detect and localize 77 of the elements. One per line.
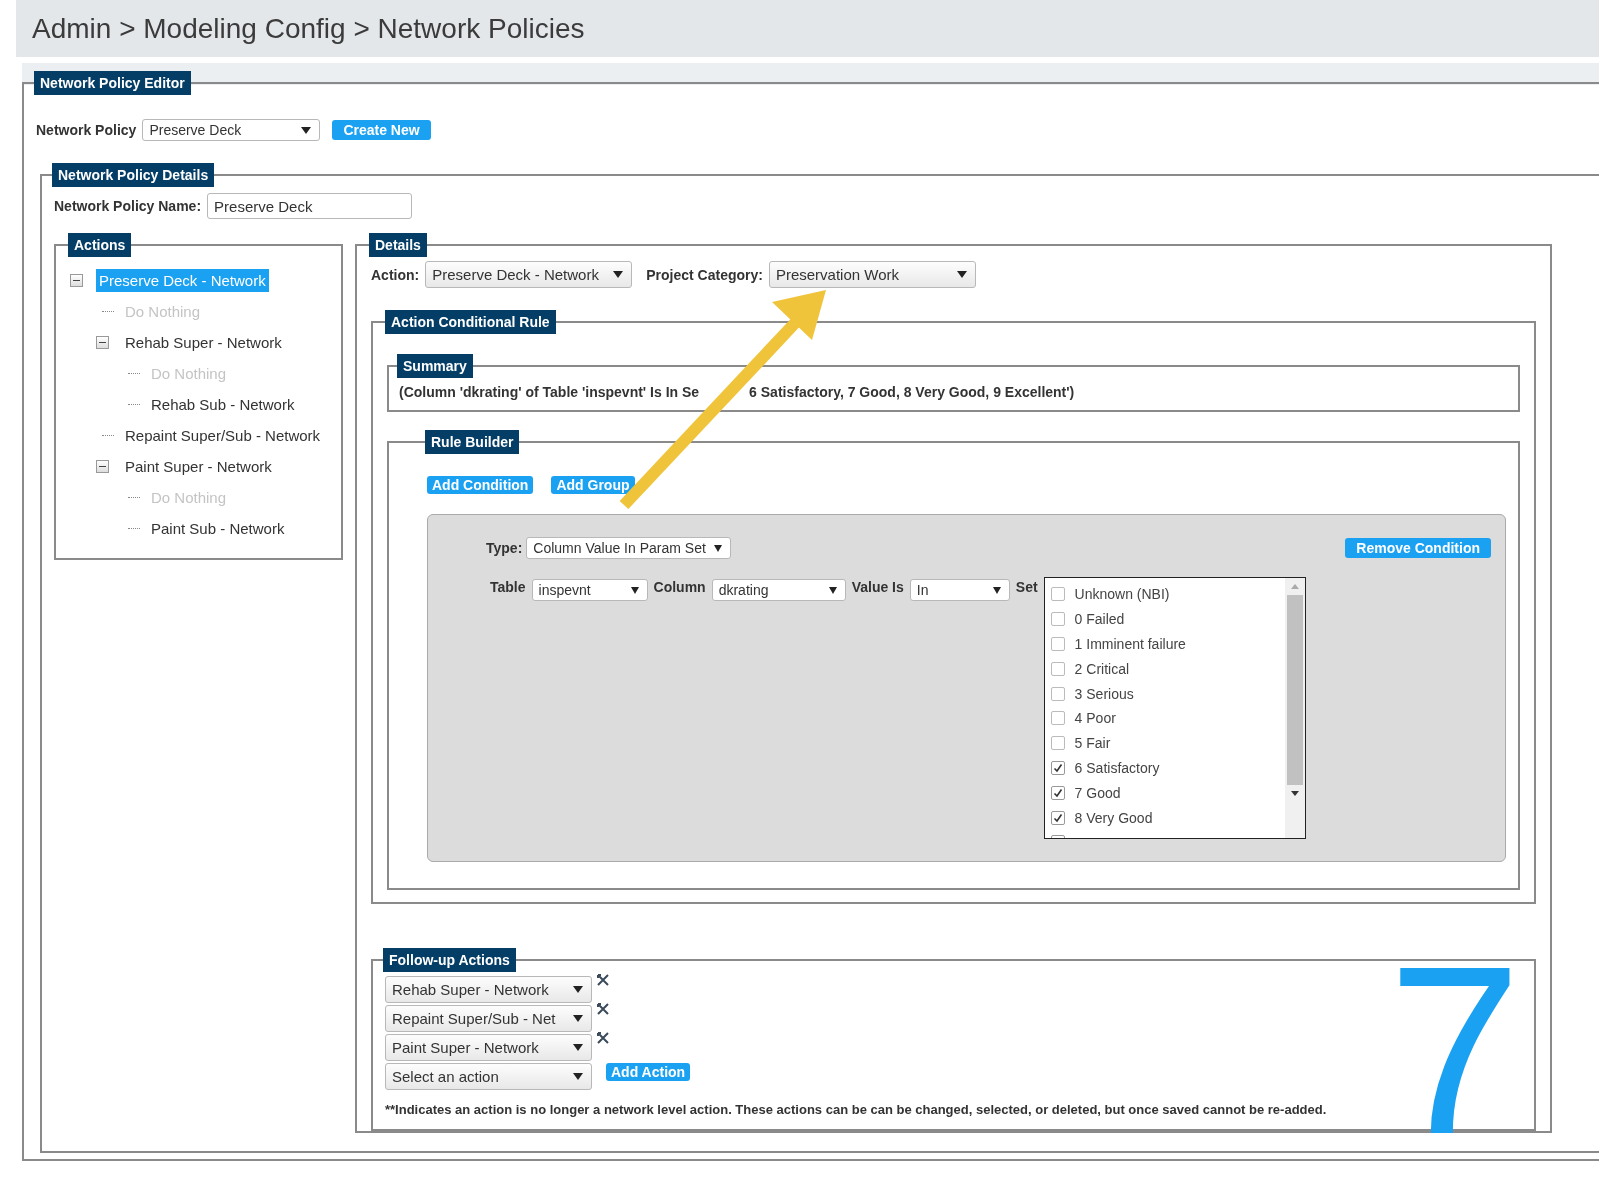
caret-icon bbox=[301, 126, 312, 134]
option-label: 0 Failed bbox=[1074, 611, 1125, 628]
field-label: Column bbox=[653, 579, 706, 595]
option-label: 4 Poor bbox=[1074, 710, 1116, 727]
field-label: Type: bbox=[486, 540, 523, 556]
section-legend: Rule Builder bbox=[425, 430, 520, 454]
tree-item[interactable]: Paint Sub - Network bbox=[148, 517, 288, 540]
remove-icon[interactable] bbox=[596, 1002, 610, 1016]
checkbox[interactable] bbox=[1050, 587, 1065, 602]
action-select[interactable]: Preserve Deck - Network bbox=[425, 261, 633, 288]
remove-icon[interactable] bbox=[596, 973, 610, 987]
type-select[interactable]: Column Value In Param Set bbox=[526, 537, 731, 559]
option-label: 1 Imminent failure bbox=[1074, 636, 1186, 652]
field-label: Action: bbox=[371, 266, 420, 283]
step-number: 7 bbox=[1388, 930, 1522, 1170]
field-label: Set bbox=[1015, 579, 1038, 595]
checkbox[interactable] bbox=[1050, 661, 1065, 676]
option-label: 3 Serious bbox=[1074, 685, 1134, 702]
collapse-icon[interactable] bbox=[96, 336, 109, 349]
option-label: Unknown (NBI) bbox=[1074, 586, 1170, 603]
summary-text: 6 Satisfactory, 7 Good, 8 Very Good, 9 Excellent') bbox=[749, 384, 1075, 400]
section-legend: Details bbox=[369, 233, 427, 257]
column-select[interactable]: dkrating bbox=[711, 579, 846, 601]
followup-select[interactable]: Rehab Super - Network bbox=[385, 976, 592, 1003]
footnote-text: **Indicates an action is no longer a network level action. These actions can be can be changed, selected, or deleted, but once saved cannot be re-added. bbox=[385, 1102, 1328, 1117]
caret-icon bbox=[713, 544, 722, 552]
section-legend: Network Policy Details bbox=[52, 163, 215, 187]
checkbox[interactable] bbox=[1050, 810, 1065, 825]
caret-icon bbox=[630, 586, 639, 594]
tree-item[interactable]: Repaint Super/Sub - Network bbox=[122, 424, 324, 447]
summary-text: (Column 'dkrating' of Table 'inspevnt' Is In Se bbox=[399, 384, 700, 400]
option-label: 5 Fair bbox=[1074, 735, 1111, 752]
new-action-select[interactable]: Select an action bbox=[385, 1063, 592, 1090]
option-label: 6 Satisfactory bbox=[1074, 759, 1160, 776]
collapse-icon[interactable] bbox=[96, 460, 109, 473]
caret-icon bbox=[573, 1073, 583, 1080]
caret-icon bbox=[613, 271, 624, 278]
checkbox[interactable] bbox=[1050, 736, 1065, 751]
followup-select[interactable]: Repaint Super/Sub - Net bbox=[385, 1005, 592, 1032]
field-label: Project Category: bbox=[646, 266, 763, 283]
section-legend: Action Conditional Rule bbox=[385, 310, 556, 334]
section-legend: Actions bbox=[68, 233, 132, 257]
policy-select[interactable]: Preserve Deck bbox=[142, 119, 321, 141]
field-label: Network Policy bbox=[36, 122, 137, 138]
caret-icon bbox=[992, 586, 1001, 594]
checkbox[interactable] bbox=[1050, 686, 1065, 701]
checkbox[interactable] bbox=[1050, 612, 1065, 627]
option-label: 8 Very Good bbox=[1074, 809, 1153, 826]
field-label: Value Is bbox=[851, 579, 904, 595]
section-legend: Follow-up Actions bbox=[383, 948, 516, 972]
collapse-icon[interactable] bbox=[70, 274, 83, 287]
option-label: 2 Critical bbox=[1074, 660, 1130, 677]
caret-icon bbox=[956, 271, 967, 278]
checkbox[interactable] bbox=[1050, 785, 1065, 800]
scrollbar[interactable] bbox=[1284, 578, 1305, 838]
section-legend: Network Policy Editor bbox=[34, 71, 191, 95]
tree-item[interactable]: Rehab Sub - Network bbox=[148, 393, 298, 416]
remove-icon[interactable] bbox=[596, 1031, 610, 1045]
field-label: Table bbox=[490, 579, 526, 595]
caret-icon bbox=[573, 1015, 583, 1022]
tree-item[interactable]: Paint Super - Network bbox=[122, 455, 275, 478]
section-legend: Summary bbox=[397, 354, 473, 378]
checkbox[interactable] bbox=[1050, 637, 1065, 651]
caret-icon bbox=[828, 586, 837, 594]
policy-name-field[interactable]: Preserve Deck bbox=[207, 193, 413, 219]
tree-item[interactable]: Rehab Super - Network bbox=[122, 331, 285, 354]
breadcrumb: Admin > Modeling Config > Network Policies bbox=[32, 12, 585, 45]
caret-icon bbox=[573, 986, 583, 993]
followup-select[interactable]: Paint Super - Network bbox=[385, 1034, 592, 1061]
checkbox[interactable] bbox=[1050, 760, 1065, 775]
checkbox[interactable] bbox=[1050, 711, 1065, 726]
category-select[interactable]: Preservation Work bbox=[768, 261, 976, 288]
table-select[interactable]: inspevnt bbox=[531, 579, 648, 601]
field-label: Network Policy Name: bbox=[54, 198, 202, 214]
option-label: 7 Good bbox=[1074, 784, 1121, 801]
value-is-select[interactable]: In bbox=[909, 579, 1010, 601]
caret-icon bbox=[573, 1044, 583, 1051]
